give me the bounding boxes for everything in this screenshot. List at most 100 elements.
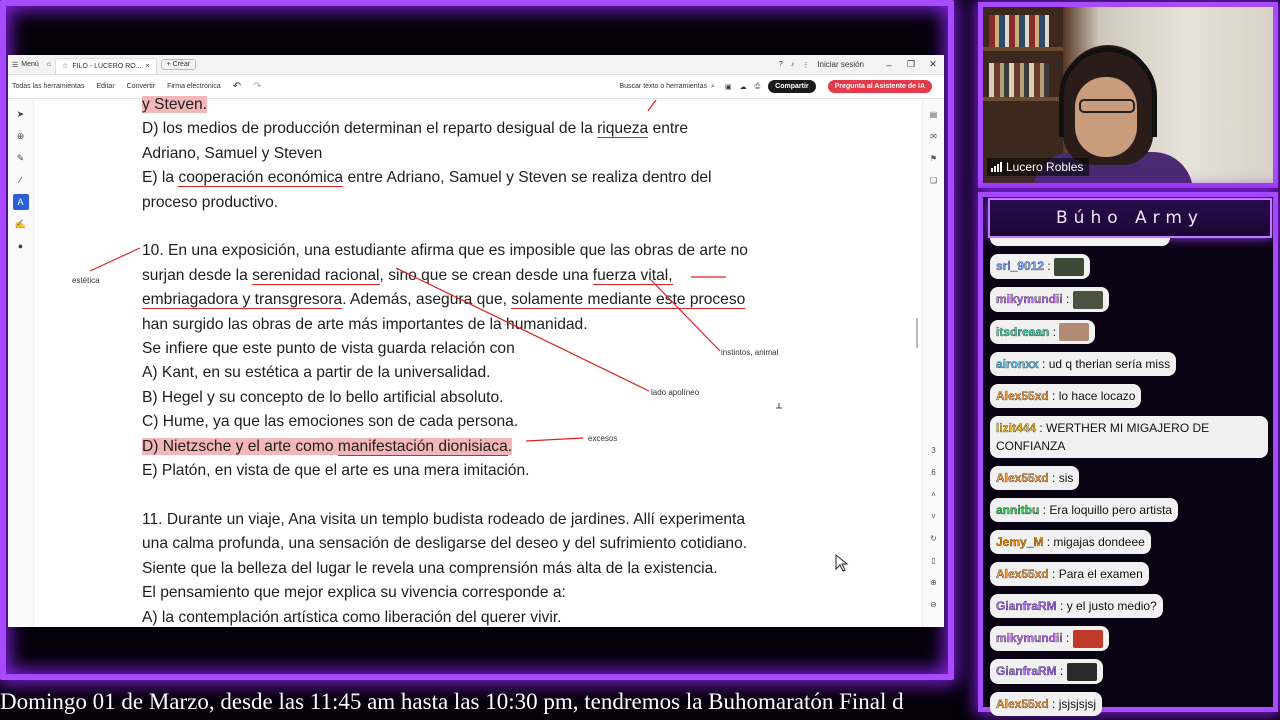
chat-message: Alex55xd : jsjsjsjsj bbox=[990, 692, 1103, 717]
refresh-icon[interactable]: ↻ bbox=[927, 532, 941, 546]
share-button[interactable]: Compartir bbox=[768, 80, 816, 93]
chat-message: annitbu : Era loquillo pero artista bbox=[990, 498, 1179, 523]
home-icon[interactable]: ⌂ bbox=[43, 61, 55, 68]
chat-row: srl_9012 : bbox=[990, 254, 1272, 287]
page-number-current: 3 bbox=[931, 446, 936, 455]
save-icon[interactable]: ▣ bbox=[725, 83, 732, 91]
highlight-text: y Steven. bbox=[142, 96, 208, 113]
search-tools-input[interactable]: Buscar texto o herramientas bbox=[619, 83, 707, 90]
stamp-icon[interactable]: ✍ bbox=[13, 216, 29, 232]
doc-line: embriagadora y transgresora. Además, ase… bbox=[142, 288, 802, 312]
chat-username[interactable]: mikymundii bbox=[996, 292, 1063, 306]
chat-separator: : bbox=[1044, 259, 1055, 273]
search-icon[interactable]: ⌕ bbox=[711, 83, 715, 91]
chat-row: Alex55xd : sis bbox=[990, 466, 1272, 498]
maximize-icon[interactable]: ❐ bbox=[900, 59, 922, 70]
chat-title: Búho Army bbox=[988, 198, 1272, 238]
text: E) la bbox=[142, 169, 179, 187]
chat-text: ud q therian sería miss bbox=[1048, 357, 1171, 372]
chat-message: Alex55xd : lo hace locazo bbox=[990, 384, 1142, 409]
apps-icon[interactable]: ⋮ bbox=[798, 61, 813, 69]
underlined-text: fuerza vital, bbox=[592, 266, 673, 285]
chat-username[interactable]: Alex55xd bbox=[996, 389, 1049, 403]
chat-row: Alex55xd : Para el examen bbox=[990, 562, 1272, 594]
chat-username[interactable]: itsdreaan bbox=[996, 325, 1050, 339]
bookmark-icon[interactable]: ⚑ bbox=[927, 152, 941, 166]
headset bbox=[1059, 47, 1157, 137]
text: D) Nietzsche y el arte como bbox=[142, 437, 338, 455]
chat-separator: : bbox=[1048, 567, 1059, 582]
webcam-name-label: Lucero Robles bbox=[987, 158, 1090, 176]
sign-in-button[interactable]: Iniciar sesión bbox=[813, 60, 868, 69]
zoom-out-icon[interactable]: ⊖ bbox=[927, 598, 941, 612]
all-tools-button[interactable]: Todas las herramientas bbox=[12, 83, 84, 90]
shelf-board bbox=[983, 97, 1063, 101]
note-excesos: excesos bbox=[588, 434, 618, 443]
convert-button[interactable]: Convertir bbox=[127, 83, 155, 90]
edit-button[interactable]: Editar bbox=[96, 83, 114, 90]
option-a: A) la contemplación artística como liber… bbox=[142, 608, 562, 626]
chat-separator: : bbox=[1048, 697, 1059, 712]
chat-username[interactable]: Alex55xd bbox=[996, 471, 1049, 485]
question-11-stem: 11. Durante un viaje, Ana visita un temp… bbox=[142, 510, 746, 528]
pen-icon[interactable]: ✎ bbox=[13, 150, 29, 166]
underlined-text: riqueza bbox=[597, 120, 649, 139]
upload-icon[interactable]: ☁ bbox=[740, 83, 747, 91]
redo-icon[interactable]: ↷ bbox=[253, 81, 261, 92]
chat-text: y el justo medio? bbox=[1066, 599, 1157, 614]
zoom-icon[interactable]: ⊕ bbox=[13, 128, 29, 144]
chevron-down-icon[interactable]: ˅ bbox=[927, 510, 941, 524]
chat-username[interactable]: Jemy_M bbox=[996, 535, 1044, 549]
chat-separator: : bbox=[1036, 421, 1047, 436]
help-icon[interactable]: ? bbox=[775, 61, 787, 68]
esign-button[interactable]: Firma electrónica bbox=[167, 83, 221, 90]
scrollbar-thumb[interactable] bbox=[916, 318, 918, 348]
chat-separator: : bbox=[1062, 291, 1073, 306]
chevron-up-icon[interactable]: ˄ bbox=[927, 488, 941, 502]
text: . Además, asegura que, bbox=[342, 291, 512, 309]
panel-icon[interactable]: ▤ bbox=[927, 108, 941, 122]
text-select-icon[interactable]: A bbox=[12, 194, 29, 210]
bell-icon[interactable]: ♪ bbox=[787, 61, 799, 68]
chat-username[interactable]: aironxx bbox=[996, 357, 1039, 371]
option-d-highlighted: D) Nietzsche y el arte como manifestació… bbox=[142, 435, 802, 459]
chat-username[interactable]: mikymundii bbox=[996, 631, 1063, 645]
minimize-icon[interactable]: – bbox=[878, 60, 900, 70]
comment-icon[interactable]: ✉ bbox=[927, 130, 941, 144]
ai-assistant-button[interactable]: Pregunta al Asistente de IA bbox=[827, 80, 932, 93]
chat-row: annitbu : Era loquillo pero artista bbox=[990, 498, 1272, 530]
menu-button[interactable]: ☰ Menú bbox=[8, 61, 43, 69]
chat-username[interactable]: annitbu bbox=[996, 503, 1040, 517]
chat-separator: : bbox=[1049, 324, 1060, 339]
page-number-total: 6 bbox=[931, 468, 936, 477]
chat-username[interactable]: GianfraRM bbox=[996, 599, 1057, 613]
document-tab[interactable]: ☆ FILO - LUCERO RO... × bbox=[55, 57, 157, 74]
chat-username[interactable]: Alex55xd bbox=[996, 697, 1049, 711]
chat-separator: : bbox=[1048, 471, 1059, 486]
right-tool-rail: ▤ ✉ ⚑ ❏ 3 6 ˄ ˅ ↻ ▯ ⊕ ⊖ bbox=[922, 100, 944, 627]
cursor-icon[interactable]: ➤ bbox=[13, 106, 29, 122]
close-tab-icon[interactable]: × bbox=[146, 63, 150, 70]
news-ticker: Domingo 01 de Marzo, desde las 11:45 am … bbox=[0, 689, 904, 714]
new-tab-button[interactable]: + Crear bbox=[160, 59, 197, 70]
undo-icon[interactable]: ↶ bbox=[233, 81, 241, 92]
chat-separator: : bbox=[1039, 503, 1050, 518]
underlined-text: cooperación económica bbox=[178, 169, 344, 188]
doc-line: El pensamiento que mejor explica su vive… bbox=[142, 584, 566, 602]
page-icon[interactable]: ▯ bbox=[927, 554, 941, 568]
close-window-icon[interactable]: ✕ bbox=[922, 59, 944, 70]
chat-row: aironxx : ud q therian sería miss bbox=[990, 352, 1272, 384]
chat-username[interactable]: srl_9012 bbox=[996, 259, 1044, 273]
text: . bbox=[507, 437, 513, 455]
color-dot-icon[interactable]: ● bbox=[13, 238, 29, 254]
zoom-in-icon[interactable]: ⊕ bbox=[927, 576, 941, 590]
chat-username[interactable]: Alex55xd bbox=[996, 567, 1049, 581]
tab-title: FILO - LUCERO RO... bbox=[72, 62, 142, 70]
copy-icon[interactable]: ❏ bbox=[927, 174, 941, 188]
chat-separator: : bbox=[1062, 631, 1073, 646]
line-icon[interactable]: ⁄ bbox=[13, 172, 29, 188]
print-icon[interactable]: ⎙ bbox=[755, 83, 761, 91]
left-tool-rail: ➤ ⊕ ✎ ⁄ A ✍ ● bbox=[8, 100, 34, 627]
chat-username[interactable]: GianfraRM bbox=[996, 664, 1057, 678]
chat-username[interactable]: lizit444 bbox=[996, 421, 1036, 435]
